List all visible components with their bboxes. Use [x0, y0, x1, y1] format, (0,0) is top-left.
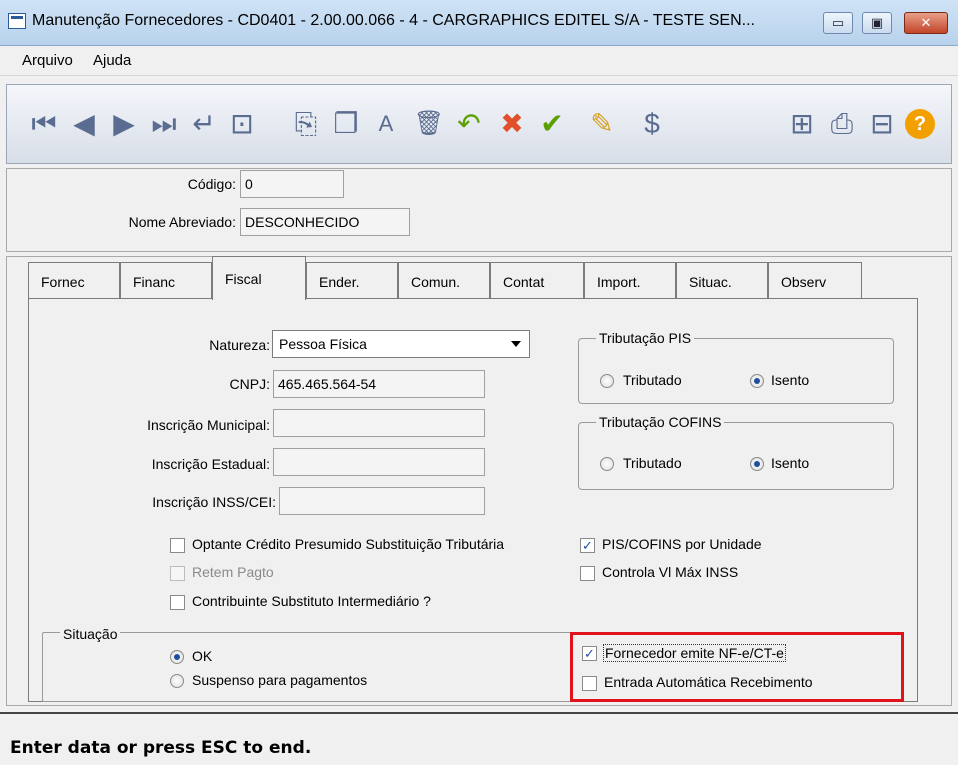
situacao-suspenso-radio[interactable] — [170, 674, 184, 688]
controla-vl-max-inss-label: Controla Vl Máx INSS — [602, 564, 739, 580]
inscricao-inss-label: Inscrição INSS/CEI: — [152, 494, 276, 510]
fornecedor-emite-nfe-checkbox[interactable]: ✓ — [582, 646, 597, 661]
inscricao-estadual-label: Inscrição Estadual: — [151, 456, 270, 472]
edit-icon[interactable]: A — [369, 105, 403, 143]
codigo-field[interactable]: 0 — [240, 170, 344, 198]
first-record-icon[interactable]: ⏮ — [27, 105, 61, 143]
tab-financ[interactable]: Financ — [120, 262, 212, 298]
pis-tributado-label: Tributado — [623, 372, 682, 388]
undo-icon[interactable]: ↶ — [452, 105, 486, 143]
entrada-automatica-label: Entrada Automática Recebimento — [604, 674, 813, 690]
search-icon[interactable]: ⊡ — [225, 105, 259, 143]
entrada-automatica-checkbox[interactable] — [582, 676, 597, 691]
nome-abreviado-field[interactable]: DESCONHECIDO — [240, 208, 410, 236]
tab-fiscal[interactable]: Fiscal — [212, 256, 306, 300]
copy-record-icon[interactable]: ❐ — [329, 105, 363, 143]
natureza-label: Natureza: — [209, 337, 270, 353]
tributacao-cofins-title: Tributação COFINS — [596, 414, 725, 430]
situacao-ok-label: OK — [192, 648, 213, 664]
cofins-tributado-radio[interactable] — [600, 457, 614, 471]
help-icon[interactable]: ? — [905, 109, 935, 139]
cofins-isento-radio[interactable] — [750, 457, 764, 471]
maximize-button[interactable]: ▣ — [862, 12, 892, 34]
controla-vl-max-inss-checkbox[interactable] — [580, 566, 595, 581]
nome-abreviado-label: Nome Abreviado: — [128, 214, 236, 230]
close-button[interactable]: ✕ — [904, 12, 948, 34]
delete-icon[interactable]: 🗑 — [412, 105, 446, 143]
tab-ender[interactable]: Ender. — [306, 262, 398, 298]
optante-label: Optante Crédito Presumido Substituição T… — [192, 536, 505, 552]
toolbar: ⏮ ◀ ▶ ⏭ ↵ ⊡ ⎘ ❐ A 🗑 ↶ ✖ ✔ ✎ $ ⊞ ⎙ ⊟ ? — [6, 84, 952, 164]
status-bar: Enter data or press ESC to end. — [0, 712, 958, 765]
header-panel — [6, 168, 952, 252]
contribuinte-label: Contribuinte Substituto Intermediário ? — [192, 593, 431, 609]
tributacao-pis-group — [578, 338, 894, 404]
retem-pagto-checkbox[interactable] — [170, 566, 185, 581]
tab-fornec[interactable]: Fornec — [28, 262, 120, 298]
tributacao-pis-title: Tributação PIS — [596, 330, 695, 346]
situacao-title: Situação — [60, 626, 121, 642]
pencil-icon[interactable]: ✎ — [585, 105, 619, 143]
contribuinte-checkbox[interactable] — [170, 595, 185, 610]
pis-cofins-unidade-checkbox[interactable]: ✓ — [580, 538, 595, 553]
exit-icon[interactable]: ⊟ — [865, 105, 899, 143]
minimize-button[interactable]: ▭ — [823, 12, 853, 34]
pis-isento-radio[interactable] — [750, 374, 764, 388]
copy-icon[interactable]: ⎘ — [289, 105, 323, 143]
tab-import[interactable]: Import. — [584, 262, 676, 298]
situacao-ok-radio[interactable] — [170, 650, 184, 664]
optante-checkbox[interactable] — [170, 538, 185, 553]
inscricao-inss-field[interactable] — [279, 487, 485, 515]
tab-situac[interactable]: Situac. — [676, 262, 768, 298]
menu-bar: Arquivo Ajuda — [0, 46, 958, 76]
inscricao-municipal-label: Inscrição Municipal: — [147, 417, 270, 433]
tab-comun[interactable]: Comun. — [398, 262, 490, 298]
inscricao-municipal-field[interactable] — [273, 409, 485, 437]
cancel-icon[interactable]: ✖ — [495, 105, 529, 143]
window-title: Manutenção Fornecedores - CD0401 - 2.00.… — [32, 12, 755, 29]
ok-icon[interactable]: ✔ — [535, 105, 569, 143]
pis-cofins-unidade-label: PIS/COFINS por Unidade — [602, 536, 762, 552]
tree-icon[interactable]: ⊞ — [785, 105, 819, 143]
tab-contat[interactable]: Contat — [490, 262, 584, 298]
dollar-icon[interactable]: $ — [635, 105, 669, 143]
retem-pagto-label: Retem Pagto — [192, 564, 274, 580]
codigo-label: Código: — [187, 176, 236, 192]
natureza-value: Pessoa Física — [279, 336, 367, 352]
maximize-icon: ▣ — [870, 15, 884, 30]
status-message: Enter data or press ESC to end. — [10, 738, 312, 758]
natureza-select[interactable]: Pessoa Física — [272, 330, 530, 358]
minimize-icon: ▭ — [831, 15, 845, 30]
close-icon: ✕ — [920, 15, 932, 30]
cofins-isento-label: Isento — [771, 455, 810, 471]
next-record-icon[interactable]: ▶ — [107, 105, 141, 143]
inscricao-estadual-field[interactable] — [273, 448, 485, 476]
last-record-icon[interactable]: ⏭ — [147, 105, 181, 143]
chevron-down-icon — [511, 341, 521, 347]
tab-observ[interactable]: Observ — [768, 262, 862, 298]
menu-ajuda[interactable]: Ajuda — [93, 52, 131, 69]
previous-record-icon[interactable]: ◀ — [67, 105, 101, 143]
fornecedor-emite-nfe-label: Fornecedor emite NF-e/CT-e — [603, 644, 786, 662]
pis-tributado-radio[interactable] — [600, 374, 614, 388]
cofins-tributado-label: Tributado — [623, 455, 682, 471]
situacao-suspenso-label: Suspenso para pagamentos — [192, 672, 368, 688]
app-icon — [8, 13, 26, 29]
cnpj-field[interactable]: 465.465.564-54 — [273, 370, 485, 398]
menu-arquivo[interactable]: Arquivo — [22, 52, 73, 69]
highlight-box — [570, 632, 904, 702]
cnpj-label: CNPJ: — [229, 376, 270, 392]
print-icon[interactable]: ⎙ — [825, 105, 859, 143]
title-bar: Manutenção Fornecedores - CD0401 - 2.00.… — [0, 0, 958, 46]
goto-icon[interactable]: ↵ — [187, 105, 221, 143]
pis-isento-label: Isento — [771, 372, 810, 388]
